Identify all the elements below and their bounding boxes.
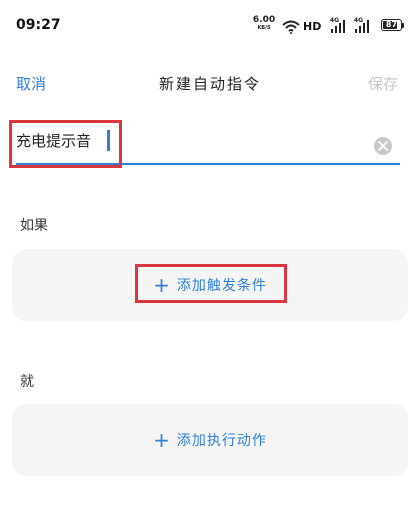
battery-tip [402, 23, 404, 28]
signal-icon: 4G [330, 16, 350, 38]
highlight-box-trigger [135, 264, 287, 303]
network-speed-value: 6.00 [252, 15, 276, 25]
plus-icon: + [153, 428, 171, 452]
signal-icon: 4G [354, 16, 374, 38]
highlight-box-name [9, 120, 122, 168]
add-action-label: 添加执行动作 [176, 433, 267, 449]
battery-level: 87 [385, 20, 398, 29]
wifi-icon [282, 20, 300, 34]
then-section-label: 就 [20, 374, 34, 390]
status-time: 09:27 [16, 17, 61, 33]
if-section-label: 如果 [20, 218, 48, 234]
network-speed-unit: KB/S [257, 25, 271, 31]
status-bar: 09:27 6.00 KB/S HD 4G 4G 87 [0, 0, 420, 44]
cancel-button[interactable]: 取消 [16, 73, 46, 94]
battery-icon: 87 [381, 19, 402, 31]
hd-label: HD [303, 20, 322, 33]
add-action-button[interactable]: + 添加执行动作 [12, 404, 408, 476]
clear-icon[interactable] [374, 137, 392, 155]
signal-2-label: 4G [354, 17, 363, 24]
then-card: + 添加执行动作 [12, 404, 408, 476]
save-button[interactable]: 保存 [368, 73, 398, 94]
page-title: 新建自动指令 [158, 75, 261, 93]
signal-1-label: 4G [330, 17, 339, 24]
network-speed: 6.00 KB/S [252, 16, 276, 31]
